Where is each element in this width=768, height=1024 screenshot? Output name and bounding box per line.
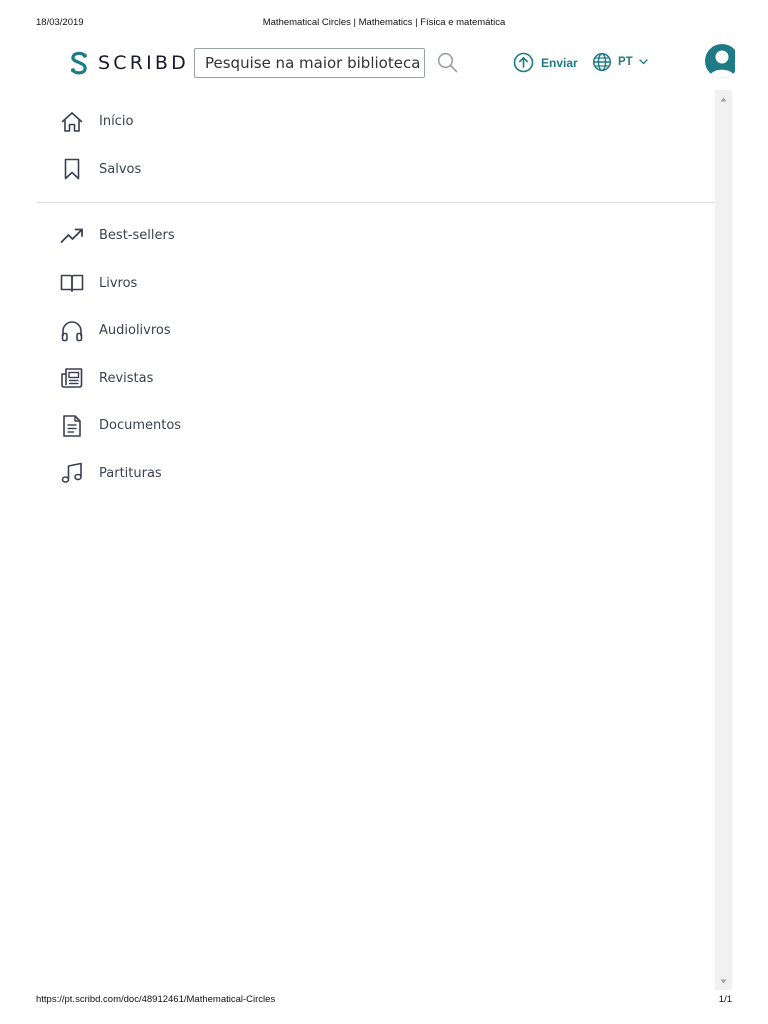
scribd-logo-icon: [71, 51, 87, 75]
user-icon: [709, 50, 735, 78]
newspaper-icon: [60, 366, 84, 390]
document-icon: [60, 414, 84, 438]
upload-button[interactable]: Enviar: [513, 52, 578, 73]
viewport-edge: [735, 40, 768, 86]
print-title: Mathematical Circles | Mathematics | Fís…: [262, 17, 506, 28]
top-navigation-bar: SCRIBD Pesquise na maior biblioteca do E…: [0, 40, 768, 86]
trending-icon: [60, 224, 84, 248]
menu-item-label: Revistas: [99, 370, 154, 386]
menu-item-label: Partituras: [99, 465, 162, 481]
music-note-icon: [60, 461, 84, 485]
print-header: Mathematical Circles | Mathematics | Fís…: [0, 17, 768, 31]
upload-icon: [513, 52, 534, 73]
menu-divider: [36, 202, 715, 203]
search-input[interactable]: Pesquise na maior biblioteca do: [194, 48, 425, 78]
print-date: 18/03/2019: [36, 17, 84, 28]
print-page-number: 1/1: [718, 994, 732, 1005]
menu-item-magazines[interactable]: Revistas: [36, 355, 715, 403]
print-url: https://pt.scribd.com/doc/48912461/Mathe…: [36, 994, 276, 1005]
menu-item-label: Documentos: [99, 418, 182, 434]
home-icon: [60, 110, 84, 134]
menu-item-home[interactable]: Início: [36, 98, 715, 146]
menu-item-label: Livros: [99, 275, 138, 291]
menu-item-label: Audiolivros: [99, 323, 171, 339]
scroll-up-arrow[interactable]: [715, 92, 732, 106]
triangle-up-icon: [720, 97, 727, 101]
menu-item-documents[interactable]: Documentos: [36, 402, 715, 450]
triangle-down-icon: [720, 979, 727, 983]
book-icon: [60, 271, 84, 295]
scroll-down-arrow[interactable]: [715, 974, 732, 988]
menu-item-sheet-music[interactable]: Partituras: [36, 450, 715, 498]
menu-item-audiobooks[interactable]: Audiolivros: [36, 307, 715, 355]
navigation-menu: Início Salvos Best-sellers Livros Audiol…: [36, 98, 715, 497]
menu-item-bestsellers[interactable]: Best-sellers: [36, 212, 715, 260]
print-footer: https://pt.scribd.com/doc/48912461/Mathe…: [0, 994, 768, 1008]
language-selector[interactable]: PT: [592, 52, 648, 72]
menu-item-saved[interactable]: Salvos: [36, 146, 715, 194]
vertical-scrollbar[interactable]: [715, 90, 732, 990]
menu-item-books[interactable]: Livros: [36, 260, 715, 308]
globe-icon: [592, 52, 612, 72]
search-icon[interactable]: [437, 52, 458, 73]
user-avatar[interactable]: [705, 44, 739, 78]
logo-text: SCRIBD: [98, 52, 189, 74]
scribd-logo[interactable]: SCRIBD: [68, 50, 189, 76]
language-label: PT: [618, 56, 633, 68]
chevron-down-icon: [639, 59, 648, 65]
headphones-icon: [60, 319, 84, 343]
menu-item-label: Best-sellers: [99, 228, 175, 244]
upload-label: Enviar: [541, 55, 578, 70]
menu-item-label: Início: [99, 114, 134, 130]
bookmark-icon: [60, 157, 84, 181]
menu-item-label: Salvos: [99, 161, 142, 177]
